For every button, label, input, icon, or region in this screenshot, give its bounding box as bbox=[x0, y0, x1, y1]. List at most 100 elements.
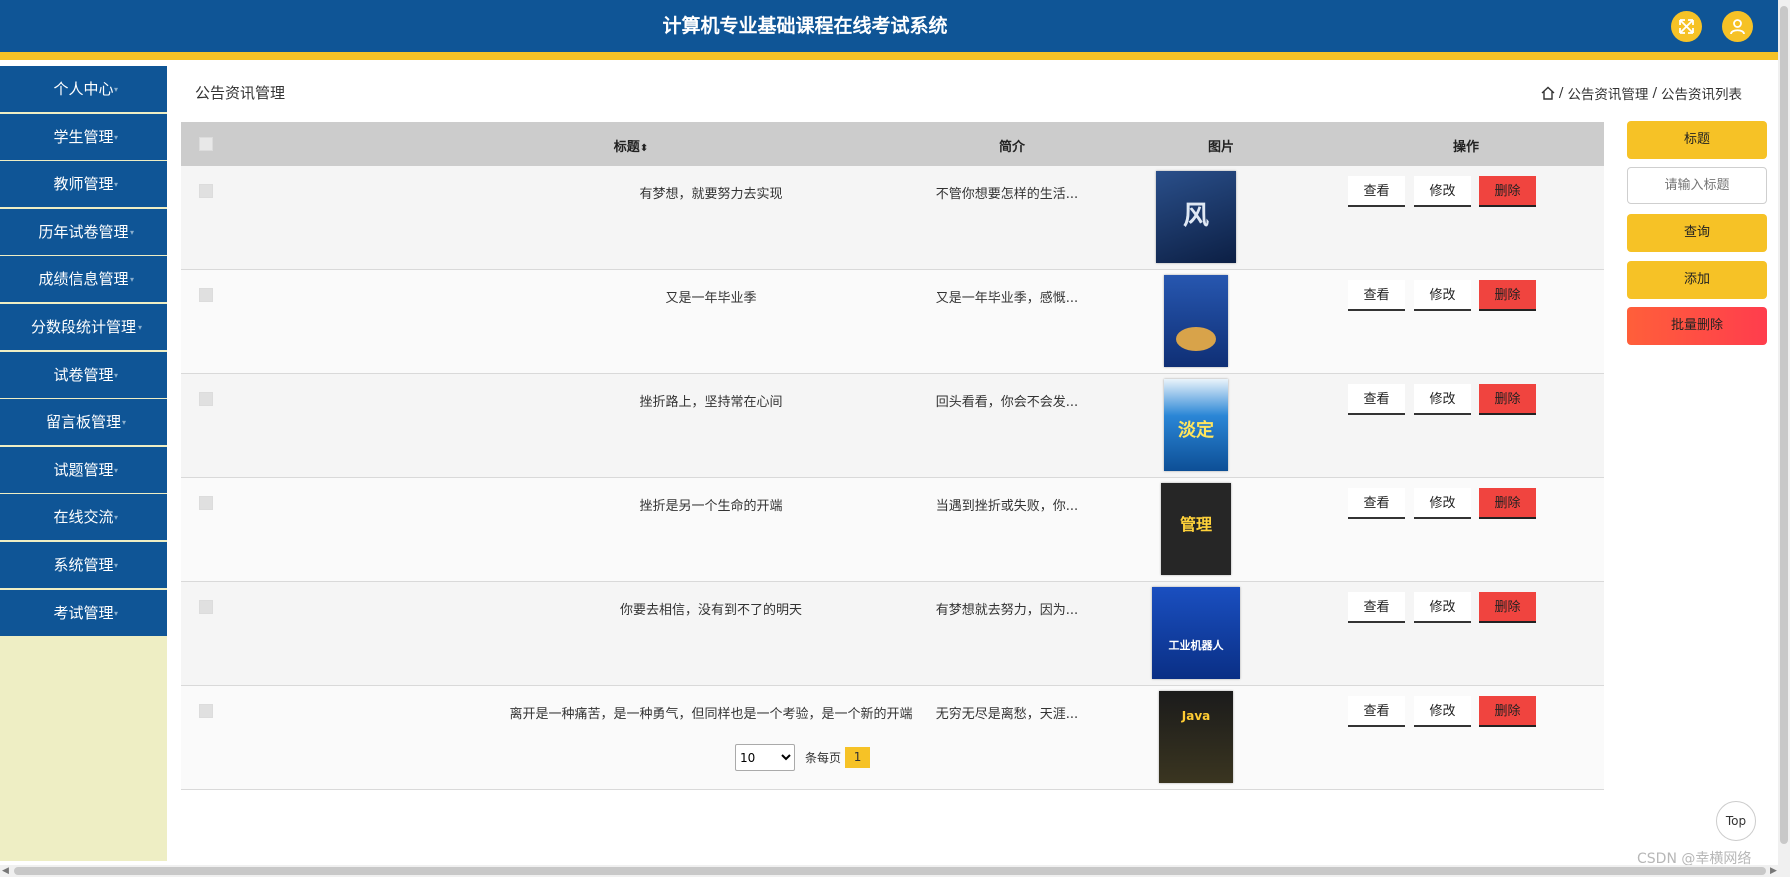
chevron-down-icon: ▾ bbox=[114, 180, 119, 190]
book-cover-image: 工业机器人 bbox=[1152, 587, 1240, 679]
edit-button[interactable]: 修改 bbox=[1414, 280, 1471, 311]
view-button[interactable]: 查看 bbox=[1348, 384, 1405, 415]
row-checkbox[interactable] bbox=[199, 496, 213, 510]
chevron-down-icon: ▾ bbox=[130, 227, 135, 237]
row-checkbox[interactable] bbox=[199, 704, 213, 718]
edit-button[interactable]: 修改 bbox=[1414, 592, 1471, 623]
page-number-current[interactable]: 1 bbox=[845, 747, 871, 768]
table-row: 离开是一种痛苦，是一种勇气，但同样也是一个考验，是一个新的开端 无穷无尽是离愁，… bbox=[181, 686, 1604, 790]
row-checkbox[interactable] bbox=[199, 392, 213, 406]
fullscreen-button[interactable] bbox=[1671, 11, 1702, 42]
row-image: Java bbox=[1150, 691, 1242, 783]
sidebar-item-paper-management[interactable]: 试卷管理 ▾ bbox=[0, 351, 167, 398]
delete-button[interactable]: 删除 bbox=[1479, 176, 1536, 207]
edit-button[interactable]: 修改 bbox=[1414, 488, 1471, 519]
breadcrumb-item[interactable]: 公告资讯管理 bbox=[1567, 83, 1648, 103]
page-title: 公告资讯管理 bbox=[195, 84, 286, 102]
sidebar-item-score-info[interactable]: 成绩信息管理 ▾ bbox=[0, 256, 167, 303]
table-row: 又是一年毕业季 又是一年毕业季，感慨... 查看 修改 删除 bbox=[181, 270, 1604, 374]
delete-button[interactable]: 删除 bbox=[1479, 280, 1536, 311]
view-button[interactable]: 查看 bbox=[1348, 176, 1405, 207]
horizontal-scrollbar[interactable]: ◀ ▶ bbox=[0, 865, 1790, 877]
title-search-input[interactable] bbox=[1627, 167, 1767, 204]
table-row: 挫折是另一个生命的开端 当遇到挫折或失败，你... 管理 查看 修改 删除 bbox=[181, 478, 1604, 582]
column-header-desc: 简介 bbox=[998, 140, 1025, 155]
edit-button[interactable]: 修改 bbox=[1414, 696, 1471, 727]
scroll-right-icon[interactable]: ▶ bbox=[1770, 866, 1777, 876]
view-button[interactable]: 查看 bbox=[1348, 488, 1405, 519]
horizontal-scroll-thumb[interactable] bbox=[14, 867, 1766, 875]
news-table: 标题⬍ 简介 图片 操作 有梦想，就要努力去实现 不管你想要怎样的生活... 风… bbox=[181, 122, 1604, 790]
query-button[interactable]: 查询 bbox=[1627, 214, 1767, 252]
row-image: 风 bbox=[1150, 171, 1242, 263]
delete-button[interactable]: 删除 bbox=[1479, 488, 1536, 519]
view-button[interactable]: 查看 bbox=[1348, 280, 1405, 311]
back-to-top-button[interactable]: Top bbox=[1716, 801, 1756, 841]
chevron-down-icon: ▾ bbox=[114, 560, 119, 570]
row-image: 管理 bbox=[1150, 483, 1242, 575]
row-desc: 回头看看，你会不会发... bbox=[935, 395, 1079, 410]
table-row: 挫折路上，坚持常在心间 回头看看，你会不会发... 淡定 查看 修改 删除 bbox=[181, 374, 1604, 478]
row-checkbox[interactable] bbox=[199, 600, 213, 614]
column-header-title[interactable]: 标题⬍ bbox=[521, 136, 741, 155]
vertical-scrollbar[interactable] bbox=[1778, 0, 1790, 865]
user-button[interactable] bbox=[1722, 11, 1753, 42]
row-image: 工业机器人 bbox=[1150, 587, 1242, 679]
sidebar-item-exam-management[interactable]: 考试管理 ▾ bbox=[0, 589, 167, 636]
chevron-down-icon: ▾ bbox=[122, 418, 127, 428]
user-icon bbox=[1730, 19, 1745, 35]
page-size-select[interactable]: 10 bbox=[735, 744, 795, 771]
header-accent-stripe bbox=[0, 52, 1778, 60]
title-label-button[interactable]: 标题 bbox=[1627, 121, 1767, 159]
book-cover-image: Java bbox=[1159, 691, 1233, 783]
breadcrumb: / 公告资讯管理 / 公告资讯列表 bbox=[1541, 83, 1742, 103]
top-header: 计算机专业基础课程在线考试系统 bbox=[0, 0, 1778, 52]
home-icon[interactable] bbox=[1541, 86, 1555, 100]
fullscreen-icon bbox=[1679, 19, 1694, 34]
sidebar-item-question-management[interactable]: 试题管理 ▾ bbox=[0, 446, 167, 493]
chevron-down-icon: ▾ bbox=[114, 608, 119, 618]
table-header: 标题⬍ 简介 图片 操作 bbox=[181, 122, 1604, 166]
vertical-scroll-thumb[interactable] bbox=[1780, 6, 1788, 844]
table-row: 有梦想，就要努力去实现 不管你想要怎样的生活... 风 查看 修改 删除 bbox=[181, 166, 1604, 270]
book-cover-image: 管理 bbox=[1161, 483, 1231, 575]
sidebar-item-teacher-management[interactable]: 教师管理 ▾ bbox=[0, 161, 167, 208]
delete-button[interactable]: 删除 bbox=[1479, 384, 1536, 415]
sidebar-item-message-board[interactable]: 留言板管理 ▾ bbox=[0, 399, 167, 446]
sidebar-item-past-papers[interactable]: 历年试卷管理 ▾ bbox=[0, 208, 167, 255]
chevron-down-icon: ▾ bbox=[114, 513, 119, 523]
delete-button[interactable]: 删除 bbox=[1479, 592, 1536, 623]
sidebar-item-score-stats[interactable]: 分数段统计管理 ▾ bbox=[0, 303, 167, 350]
scroll-left-icon[interactable]: ◀ bbox=[2, 866, 9, 876]
book-cover-image: 风 bbox=[1156, 171, 1236, 263]
row-checkbox[interactable] bbox=[199, 288, 213, 302]
row-desc: 当遇到挫折或失败，你... bbox=[935, 499, 1079, 514]
edit-button[interactable]: 修改 bbox=[1414, 176, 1471, 207]
pagination: 10 条每页 1 bbox=[735, 744, 871, 771]
breadcrumb-separator: / bbox=[1558, 85, 1564, 101]
view-button[interactable]: 查看 bbox=[1348, 696, 1405, 727]
sidebar-item-student-management[interactable]: 学生管理 ▾ bbox=[0, 113, 167, 160]
sidebar-item-system-management[interactable]: 系统管理 ▾ bbox=[0, 541, 167, 588]
row-image: 淡定 bbox=[1150, 379, 1242, 471]
chevron-down-icon: ▾ bbox=[114, 132, 119, 142]
row-desc: 有梦想就去努力，因为... bbox=[935, 603, 1079, 618]
chevron-down-icon: ▾ bbox=[114, 465, 119, 475]
batch-delete-button[interactable]: 批量删除 bbox=[1627, 307, 1767, 345]
chevron-down-icon: ▾ bbox=[130, 275, 135, 285]
sort-icon[interactable]: ⬍ bbox=[640, 143, 648, 154]
view-button[interactable]: 查看 bbox=[1348, 592, 1405, 623]
edit-button[interactable]: 修改 bbox=[1414, 384, 1471, 415]
chevron-down-icon: ▾ bbox=[114, 370, 119, 380]
breadcrumb-separator: / bbox=[1652, 85, 1657, 101]
add-button[interactable]: 添加 bbox=[1627, 261, 1767, 299]
sidebar-item-personal-center[interactable]: 个人中心 ▾ bbox=[0, 66, 167, 112]
row-desc: 不管你想要怎样的生活... bbox=[935, 187, 1079, 202]
select-all-checkbox[interactable] bbox=[199, 137, 213, 151]
row-checkbox[interactable] bbox=[199, 184, 213, 198]
sidebar-item-online-chat[interactable]: 在线交流 ▾ bbox=[0, 494, 167, 541]
column-header-ops: 操作 bbox=[1452, 140, 1479, 155]
row-desc: 又是一年毕业季，感慨... bbox=[935, 291, 1079, 306]
delete-button[interactable]: 删除 bbox=[1479, 696, 1536, 727]
table-row: 你要去相信，没有到不了的明天 有梦想就去努力，因为... 工业机器人 查看 修改… bbox=[181, 582, 1604, 686]
